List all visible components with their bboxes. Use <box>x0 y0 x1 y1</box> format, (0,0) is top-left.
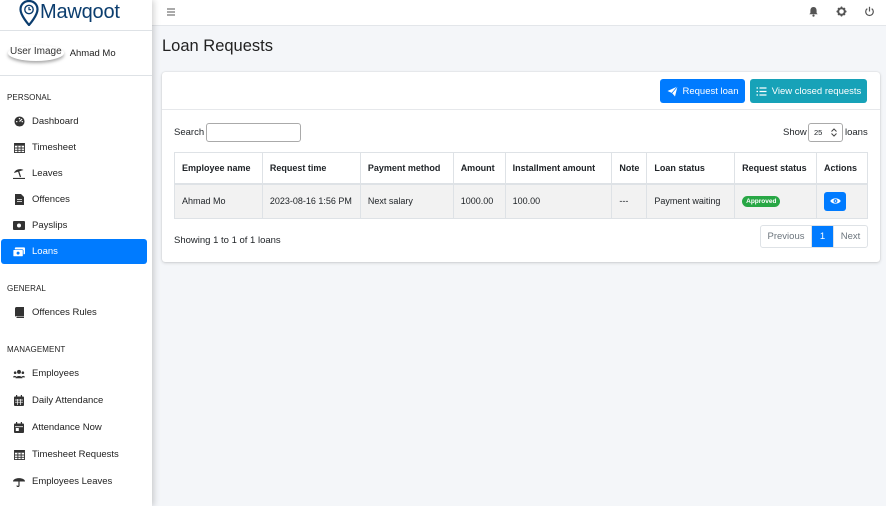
hamburger-menu-icon[interactable] <box>166 7 176 17</box>
sidebar-item-offences-rules[interactable]: Offences Rules <box>1 300 147 325</box>
sidebar-item-employees-leaves[interactable]: Employees Leaves <box>1 469 147 494</box>
request-loan-label: Request loan <box>682 85 739 97</box>
sidebar-item-loans[interactable]: Loans <box>1 239 147 264</box>
eye-icon <box>829 198 841 204</box>
cell-loan-status: Payment waiting <box>646 183 736 219</box>
column-header[interactable]: Loan status <box>646 152 736 185</box>
location-pin-clock-icon <box>19 0 39 26</box>
paper-plane-icon <box>667 85 678 96</box>
sidebar-item-offences[interactable]: Offences <box>1 187 147 212</box>
column-header[interactable]: Amount <box>452 152 506 185</box>
user-panel[interactable]: User Image Ahmad Mo <box>0 31 152 76</box>
page-title: Loan Requests <box>162 37 273 55</box>
sidebar-item-label: Dashboard <box>32 116 79 127</box>
nav-header-general: GENERAL <box>7 284 46 293</box>
cell-installment-amount: 100.00 <box>504 183 613 219</box>
calendar-icon <box>13 395 25 407</box>
user-image: User Image <box>8 45 64 61</box>
sidebar-item-label: Timesheet <box>32 142 76 153</box>
umbrella-icon <box>13 476 25 488</box>
cell-actions <box>816 183 868 219</box>
cell-request-time: 2023-08-16 1:56 PM <box>261 183 361 219</box>
sidebar-item-leaves[interactable]: Leaves <box>1 161 147 186</box>
loans-label: loans <box>845 127 868 138</box>
show-label: Show <box>783 127 807 138</box>
column-header[interactable]: Installment amount <box>504 152 613 185</box>
column-header[interactable]: Payment method <box>359 152 454 185</box>
select-arrows-icon <box>831 128 837 137</box>
page-size-select[interactable]: 25 <box>808 123 843 142</box>
calendar-day-icon <box>13 422 25 434</box>
cell-request-status: Approved <box>734 183 818 219</box>
loans-table: Employee name Request time Payment metho… <box>174 152 868 219</box>
cell-employee-name: Ahmad Mo <box>174 183 263 219</box>
sidebar-item-label: Payslips <box>32 220 68 231</box>
pagination-page-1[interactable]: 1 <box>812 226 833 247</box>
column-header: Actions <box>816 152 868 185</box>
sidebar-item-label: Loans <box>32 246 58 257</box>
users-icon <box>13 368 25 380</box>
sidebar-item-label: Leaves <box>32 168 63 179</box>
table-header-row: Employee name Request time Payment metho… <box>174 152 868 185</box>
file-icon <box>13 194 25 206</box>
bell-icon[interactable] <box>808 6 819 17</box>
list-icon <box>756 86 767 96</box>
sidebar-item-daily-attendance[interactable]: Daily Attendance <box>1 388 147 413</box>
sidebar-item-timesheet-requests[interactable]: Timesheet Requests <box>1 442 147 467</box>
brand-name: Mawqoot <box>40 0 120 23</box>
page-size-value: 25 <box>814 128 823 137</box>
view-closed-requests-button[interactable]: View closed requests <box>750 79 867 103</box>
brand[interactable]: Mawqoot <box>0 0 152 31</box>
top-navbar <box>152 0 886 26</box>
pagination-previous[interactable]: Previous <box>761 226 812 247</box>
column-header[interactable]: Note <box>611 152 648 185</box>
power-icon[interactable] <box>864 6 875 17</box>
user-name[interactable]: Ahmad Mo <box>70 48 116 59</box>
table-icon <box>13 449 25 461</box>
sidebar-item-payslips[interactable]: Payslips <box>1 213 147 238</box>
card-header: Request loan View closed requests <box>162 72 880 110</box>
table-info: Showing 1 to 1 of 1 loans <box>174 235 281 246</box>
sidebar-item-label: Timesheet Requests <box>32 449 119 460</box>
money-bills-icon <box>13 246 25 258</box>
sidebar-item-dashboard[interactable]: Dashboard <box>1 109 147 134</box>
nav-header-personal: PERSONAL <box>7 93 52 102</box>
sidebar-item-attendance-now[interactable]: Attendance Now <box>1 415 147 440</box>
sidebar-item-label: Daily Attendance <box>32 395 104 406</box>
pagination-next[interactable]: Next <box>833 226 867 247</box>
sidebar-item-label: Offences <box>32 194 70 205</box>
umbrella-beach-icon <box>13 168 25 180</box>
loan-requests-card: Request loan View closed requests Search… <box>162 72 880 262</box>
sidebar-item-employees[interactable]: Employees <box>1 361 147 386</box>
nav-header-management: MANAGEMENT <box>7 345 66 354</box>
view-closed-requests-label: View closed requests <box>771 85 862 97</box>
table-row: Ahmad Mo 2023-08-16 1:56 PM Next salary … <box>174 183 868 219</box>
sidebar: Mawqoot User Image Ahmad Mo PERSONAL Das… <box>0 0 152 506</box>
tachometer-icon <box>13 116 25 128</box>
search-label: Search <box>174 127 205 138</box>
pagination: Previous 1 Next <box>760 225 868 248</box>
sidebar-item-timesheet[interactable]: Timesheet <box>1 135 147 160</box>
sidebar-item-label: Employees <box>32 368 79 379</box>
cell-amount: 1000.00 <box>452 183 506 219</box>
sidebar-item-label: Employees Leaves <box>32 476 113 487</box>
column-header[interactable]: Employee name <box>174 152 263 185</box>
cell-payment-method: Next salary <box>359 183 454 219</box>
book-icon <box>13 307 25 319</box>
sidebar-item-label: Attendance Now <box>32 422 102 433</box>
cell-note: --- <box>611 183 648 219</box>
column-header[interactable]: Request status <box>734 152 818 185</box>
table-icon <box>13 142 25 154</box>
column-header[interactable]: Request time <box>261 152 361 185</box>
search-input[interactable] <box>206 123 301 142</box>
request-loan-button[interactable]: Request loan <box>660 79 745 103</box>
gear-icon[interactable] <box>836 6 847 17</box>
money-bill-icon <box>13 220 25 232</box>
status-badge: Approved <box>742 196 781 208</box>
view-loan-button[interactable] <box>824 191 847 211</box>
sidebar-item-label: Offences Rules <box>32 307 97 318</box>
